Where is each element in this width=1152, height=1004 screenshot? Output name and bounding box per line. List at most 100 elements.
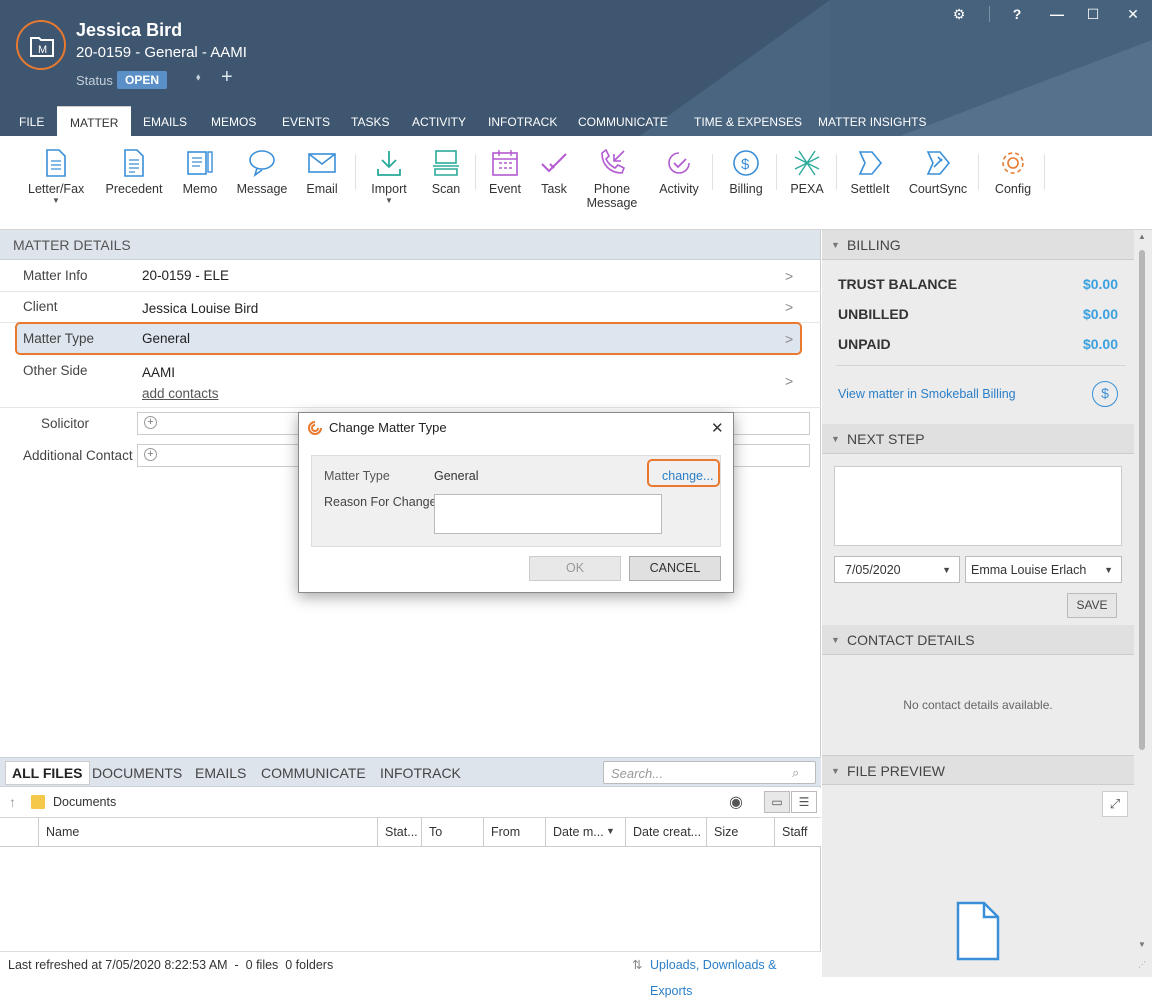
next-step-input[interactable] [834,466,1122,546]
import-button[interactable]: Import ▼ [367,148,411,205]
column-staff[interactable]: Staff [774,818,821,846]
svg-text:M: M [38,44,47,56]
tab-documents[interactable]: DOCUMENTS [92,765,182,781]
tab-matter[interactable]: MATTER [57,106,132,136]
dropdown-arrow-icon: ▼ [385,196,393,205]
minimize-icon[interactable]: — [1047,6,1067,22]
view-billing-link[interactable]: View matter in Smokeball Billing [838,387,1016,401]
next-step-date-select[interactable]: 7/05/2020 ▼ [834,556,960,583]
file-search-input[interactable]: Search... [603,761,816,784]
add-tag-icon[interactable]: + [221,66,233,89]
precedent-button[interactable]: Precedent [104,148,164,196]
column-size[interactable]: Size [706,818,774,846]
next-step-section-header[interactable]: ▼ NEXT STEP [822,424,1134,454]
client-row[interactable]: Client Jessica Louise Bird > [0,293,821,323]
speech-bubble-icon [236,148,288,178]
change-link[interactable]: change... [662,469,713,483]
reason-input[interactable] [434,494,662,534]
matter-type-row[interactable]: Matter Type General > [0,325,821,355]
list-view-icon[interactable]: ☰ [791,791,817,813]
resize-grip-icon[interactable]: ⋰ [1138,960,1146,969]
matter-info-row[interactable]: Matter Info 20-0159 - ELE > [0,262,821,292]
contact-details-section-header[interactable]: ▼ CONTACT DETAILS [822,625,1134,655]
scan-button[interactable]: Scan [428,148,464,196]
billing-section-header[interactable]: ▼ BILLING [822,230,1134,260]
help-icon[interactable]: ? [1007,6,1027,22]
scroll-up-icon[interactable]: ▲ [1138,232,1146,241]
cancel-button[interactable]: CANCEL [629,556,721,581]
event-button[interactable]: Event [486,148,524,196]
tab-events[interactable]: EVENTS [282,106,330,136]
pexa-button[interactable]: PEXA [788,148,826,196]
column-status[interactable]: Stat... [377,818,421,846]
file-preview-section-header[interactable]: ▼ FILE PREVIEW [822,755,1134,785]
settleit-button[interactable]: SettleIt [848,148,892,196]
tab-infotrack[interactable]: INFOTRACK [488,106,557,136]
activity-button[interactable]: Activity [656,148,702,196]
tab-emails[interactable]: EMAILS [143,106,187,136]
scrollbar-thumb[interactable] [1139,250,1145,750]
no-contacts-message: No contact details available. [903,698,1053,712]
billing-button[interactable]: $ Billing [726,148,766,196]
tab-files-communicate[interactable]: COMMUNICATE [261,765,366,781]
select-column[interactable] [0,818,38,846]
arrow-tag-icon [848,148,892,178]
folder-view-icon[interactable]: ▭ [764,791,790,813]
tab-files-emails[interactable]: EMAILS [195,765,246,781]
billing-dollar-icon[interactable]: $ [1092,381,1118,407]
dropdown-arrow-icon: ▼ [1104,565,1113,575]
tab-files-infotrack[interactable]: INFOTRACK [380,765,461,781]
letter-fax-button[interactable]: Letter/Fax ▼ [28,148,84,205]
save-button[interactable]: SAVE [1067,593,1117,618]
divider [712,154,713,190]
courtsync-button[interactable]: CourtSync [908,148,968,196]
matter-type-label: Matter Type [23,331,95,346]
folder-name[interactable]: Documents [53,795,116,809]
close-icon[interactable]: ✕ [1123,6,1143,23]
other-side-row[interactable]: Other Side AAMI add contacts > [0,356,821,408]
memo-button[interactable]: Memo [180,148,220,196]
tab-matter-insights[interactable]: MATTER INSIGHTS [818,106,926,136]
task-button[interactable]: Task [538,148,570,196]
trust-balance-row: TRUST BALANCE $0.00 [838,276,1118,292]
uploads-link[interactable]: Uploads, Downloads & Exports [650,952,821,1004]
column-name[interactable]: Name [38,818,377,846]
column-from[interactable]: From [483,818,545,846]
message-button[interactable]: Message [236,148,288,196]
tab-memos[interactable]: MEMOS [211,106,256,136]
ok-button[interactable]: OK [529,556,621,581]
memo-icon [180,148,220,178]
tab-file[interactable]: FILE [19,106,44,136]
up-arrow-icon[interactable]: ↑ [9,794,16,810]
section-title: MATTER DETAILS [0,230,820,260]
email-label: Email [306,182,338,196]
tab-activity[interactable]: ACTIVITY [412,106,466,136]
phone-message-button[interactable]: Phone Message [586,148,638,210]
email-button[interactable]: Email [303,148,341,196]
status-badge[interactable]: OPEN [117,71,167,89]
expand-icon[interactable]: ⤢ [1102,791,1128,817]
config-button[interactable]: Config [992,148,1034,196]
add-circle-icon[interactable]: + [144,448,157,461]
add-contacts-link[interactable]: add contacts [142,386,219,401]
add-circle-icon[interactable]: + [144,416,157,429]
column-to[interactable]: To [421,818,483,846]
tab-all-files[interactable]: ALL FILES [5,761,90,785]
settings-icon[interactable]: ⚙ [949,6,969,23]
tab-tasks[interactable]: TASKS [351,106,389,136]
eye-icon[interactable]: ◉ [729,792,743,812]
next-step-staff-select[interactable]: Emma Louise Erlach ▼ [965,556,1122,583]
divider [978,154,979,190]
dialog-close-icon[interactable]: ✕ [711,419,724,437]
tab-time-expenses[interactable]: TIME & EXPENSES [694,106,802,136]
solicitor-label: Solicitor [41,416,90,431]
column-date-created[interactable]: Date creat... [625,818,706,846]
tab-communicate[interactable]: COMMUNICATE [578,106,668,136]
side-panel-scrollbar[interactable]: ▲ ▼ ⋰ [1134,230,1152,977]
scanner-icon [428,148,464,178]
search-icon[interactable]: ⌕ [792,765,799,781]
staff-value: Emma Louise Erlach [971,563,1087,577]
maximize-icon[interactable]: ☐ [1083,6,1103,23]
tag-icon[interactable]: ⬪ [196,69,201,87]
scroll-down-icon[interactable]: ▼ [1138,940,1146,949]
